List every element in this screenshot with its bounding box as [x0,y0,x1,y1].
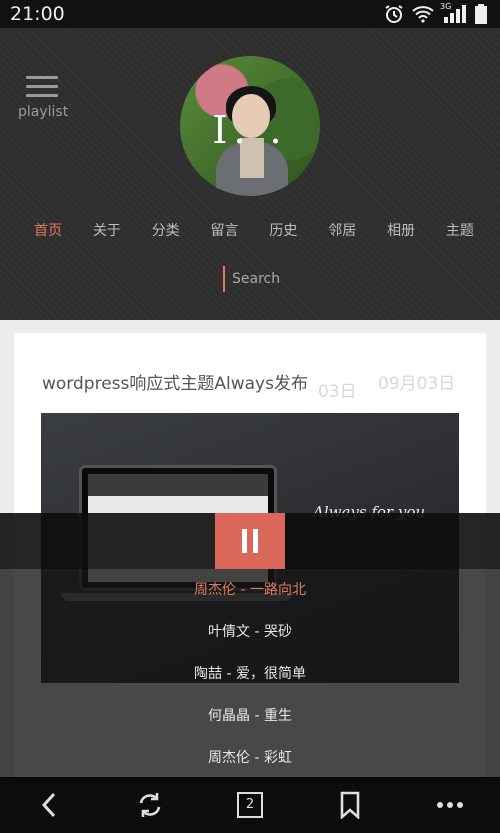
signal-3g-icon: 3G [440,2,466,27]
bookmark-button[interactable] [330,785,370,825]
post-date: 09月03日 [378,374,456,394]
nav-item-home[interactable]: 首页 [34,220,62,240]
nav-item-themes[interactable]: 主题 [446,220,474,240]
nav-item-history[interactable]: 历史 [269,220,297,240]
alarm-icon [384,4,404,28]
pause-icon-bar [253,529,258,553]
avatar[interactable]: I. . [180,56,320,196]
refresh-button[interactable] [130,785,170,825]
site-header: playlist I. . 首页 关于 分类 留言 历史 邻居 相册 主题 Se… [0,28,500,320]
nav-item-guestbook[interactable]: 留言 [211,220,239,240]
back-button[interactable] [30,785,70,825]
tabs-button[interactable]: 2 [230,785,270,825]
playlist-item[interactable]: 周杰伦 - 一路向北 [0,571,500,613]
main-nav: 首页 关于 分类 留言 历史 邻居 相册 主题 [34,220,474,240]
avatar-logo-mark: I. . [212,108,288,152]
music-player-overlay: 周杰伦 - 一路向北 叶倩文 - 哭砂 陶喆 - 爱，很简单 何晶晶 - 重生 … [0,513,500,777]
more-button[interactable] [430,785,470,825]
playlist-item[interactable]: 叶倩文 - 哭砂 [0,613,500,655]
bookmark-icon [340,791,360,819]
playlist-menu-button[interactable]: playlist [18,76,68,128]
nav-item-about[interactable]: 关于 [93,220,121,240]
back-icon [41,792,56,818]
pause-button[interactable] [215,513,285,569]
wifi-icon [412,5,434,27]
search-input[interactable]: Search [223,266,280,292]
post-day: 03日 [318,382,357,402]
nav-item-categories[interactable]: 分类 [152,220,180,240]
battery-icon [474,4,488,28]
pause-icon [242,529,247,553]
refresh-icon [139,793,161,817]
playlist: 周杰伦 - 一路向北 叶倩文 - 哭砂 陶喆 - 爱，很简单 何晶晶 - 重生 … [0,571,500,781]
post-title[interactable]: wordpress响应式主题Always发布 [42,369,308,394]
status-time: 21:00 [10,3,65,25]
network-type-label: 3G [440,2,452,11]
more-icon [437,802,463,808]
nav-item-neighbors[interactable]: 邻居 [328,220,356,240]
tabs-icon: 2 [237,792,263,818]
nav-item-album[interactable]: 相册 [387,220,415,240]
browser-toolbar: 2 [0,777,500,833]
playlist-item[interactable]: 周杰伦 - 彩虹 [0,739,500,781]
playlist-item[interactable]: 陶喆 - 爱，很简单 [0,655,500,697]
hamburger-icon [26,76,58,103]
playlist-label: playlist [18,104,69,120]
status-bar: 21:00 3G [0,0,500,28]
playlist-item[interactable]: 何晶晶 - 重生 [0,697,500,739]
